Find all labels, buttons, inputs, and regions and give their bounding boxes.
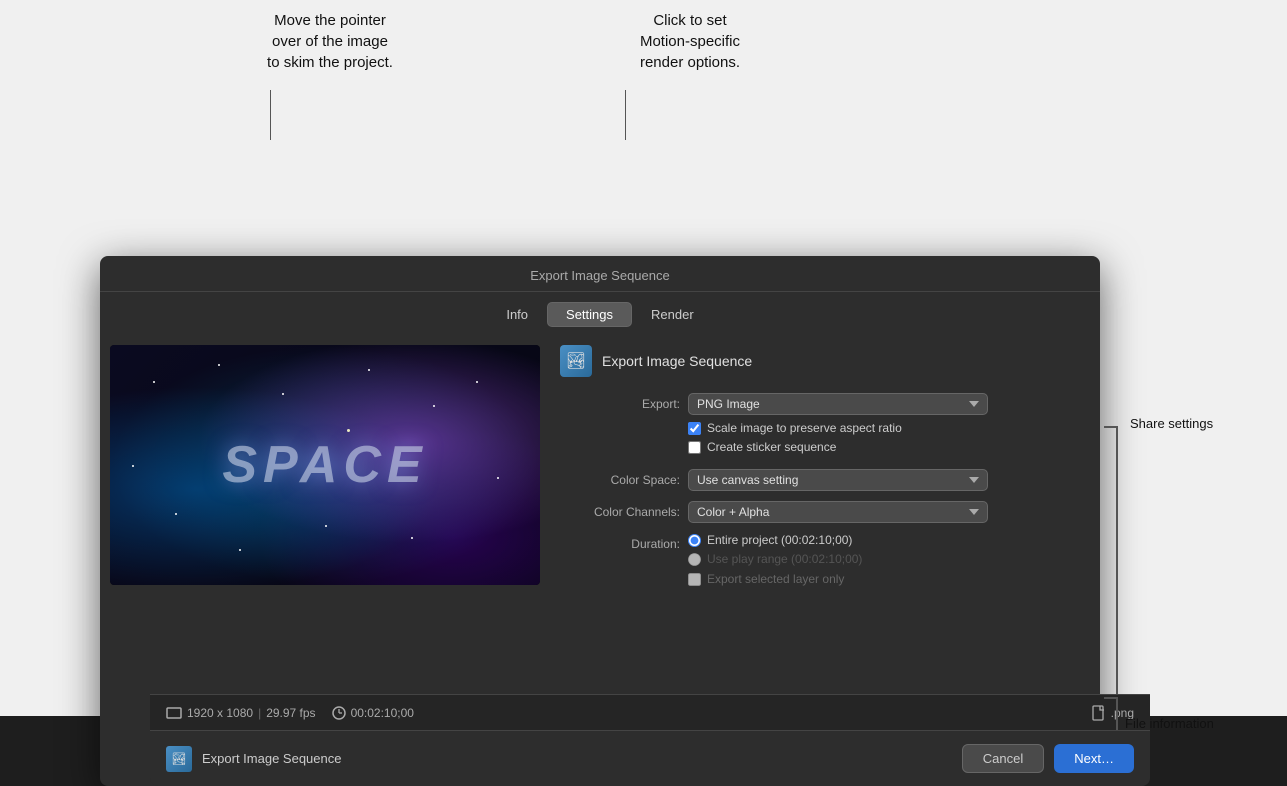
play-range-label: Use play range (00:02:10;00) [707, 552, 862, 566]
color-channels-label: Color Channels: [560, 501, 680, 519]
entire-project-label[interactable]: Entire project (00:02:10;00) [707, 533, 852, 547]
annotation-left-text: Move the pointer over of the image to sk… [210, 10, 450, 73]
play-range-radio[interactable] [688, 553, 701, 566]
status-left: 1920 x 1080 | 29.97 fps 00:02:10;00 [166, 706, 414, 720]
resolution-icon [166, 706, 182, 720]
export-panel-title: Export Image Sequence [602, 353, 752, 369]
sticker-row: Create sticker sequence [688, 440, 1080, 454]
export-layer-checkbox[interactable] [688, 573, 701, 586]
color-space-control: Use canvas settingsRGBDisplay P3Rec. 202… [688, 469, 1080, 491]
resolution-item: 1920 x 1080 | 29.97 fps [166, 706, 316, 720]
preview-image[interactable]: SPACE [110, 345, 540, 585]
color-space-select[interactable]: Use canvas settingsRGBDisplay P3Rec. 202… [688, 469, 988, 491]
space-background: SPACE [110, 345, 540, 585]
cancel-button[interactable]: Cancel [962, 744, 1044, 773]
annotation-right-text: Click to set Motion-specific render opti… [570, 10, 810, 73]
star [175, 513, 177, 515]
entire-project-radio[interactable] [688, 534, 701, 547]
app-container: Move the pointer over of the image to sk… [0, 0, 1287, 716]
entire-project-row: Entire project (00:02:10;00) [688, 533, 1080, 547]
tab-info[interactable]: Info [487, 302, 547, 327]
export-layer-row: Export selected layer only [688, 572, 1080, 586]
play-range-row: Use play range (00:02:10;00) [688, 552, 1080, 566]
checkboxes-group: Scale image to preserve aspect ratio Cre… [688, 421, 1080, 454]
tab-settings[interactable]: Settings [547, 302, 632, 327]
form-row-color-channels: Color Channels: Color + AlphaColorAlpha … [560, 501, 1080, 523]
scale-image-checkbox[interactable] [688, 422, 701, 435]
action-export-title: Export Image Sequence [202, 751, 341, 766]
star [368, 369, 370, 371]
bright-star [347, 429, 350, 432]
tab-render[interactable]: Render [632, 302, 713, 327]
action-left: 🏞 Export Image Sequence [166, 746, 341, 772]
star [218, 364, 220, 366]
fps-text: 29.97 fps [266, 706, 315, 720]
dialog-tabs: Info Settings Render [100, 292, 1100, 335]
export-header: 🏞 Export Image Sequence [560, 345, 1080, 377]
share-settings-annotation: Share settings [1130, 416, 1265, 431]
resolution-text: 1920 x 1080 [187, 706, 253, 720]
star [282, 393, 284, 395]
color-channels-control: Color + AlphaColorAlpha Only [688, 501, 1080, 523]
export-dialog: Export Image Sequence Info Settings Rend… [100, 256, 1100, 786]
color-space-label: Color Space: [560, 469, 680, 487]
form-row-export: Export: PNG ImageJPEG ImageTIFF ImagePro… [560, 393, 1080, 459]
create-sticker-label[interactable]: Create sticker sequence [707, 440, 836, 454]
file-info-bracket [1104, 697, 1118, 733]
scale-image-label[interactable]: Scale image to preserve aspect ratio [707, 421, 902, 435]
export-label: Export: [560, 393, 680, 411]
star [153, 381, 155, 383]
action-export-icon: 🏞 [166, 746, 192, 772]
star [476, 381, 478, 383]
action-right: Cancel Next… [962, 744, 1134, 773]
star [497, 477, 499, 479]
file-info-annotation: File information [1125, 716, 1270, 731]
next-button[interactable]: Next… [1054, 744, 1134, 773]
export-layer-label: Export selected layer only [707, 572, 844, 586]
export-icon: 🏞 [560, 345, 592, 377]
duration-text: 00:02:10;00 [351, 706, 414, 720]
dialog-title: Export Image Sequence [100, 256, 1100, 292]
star [325, 525, 327, 527]
scale-image-row: Scale image to preserve aspect ratio [688, 421, 1080, 435]
space-text: SPACE [222, 435, 427, 495]
star [433, 405, 435, 407]
duration-item: 00:02:10;00 [332, 706, 414, 720]
star [239, 549, 241, 551]
star [132, 465, 134, 467]
duration-label: Duration: [560, 533, 680, 551]
separator: | [258, 706, 261, 720]
form-row-duration: Duration: Entire project (00:02:10;00) U… [560, 533, 1080, 591]
form-row-color-space: Color Space: Use canvas settingsRGBDispl… [560, 469, 1080, 491]
action-bar: 🏞 Export Image Sequence Cancel Next… [150, 730, 1150, 786]
dialog-wrapper: Export Image Sequence Info Settings Rend… [50, 128, 1050, 658]
star [411, 537, 413, 539]
create-sticker-checkbox[interactable] [688, 441, 701, 454]
clock-icon [332, 706, 346, 720]
status-bar: 1920 x 1080 | 29.97 fps 00:02:10;00 .png [150, 694, 1150, 730]
export-select[interactable]: PNG ImageJPEG ImageTIFF ImageProRes 4444 [688, 393, 988, 415]
annotation-area: Move the pointer over of the image to sk… [0, 0, 1287, 128]
color-channels-select[interactable]: Color + AlphaColorAlpha Only [688, 501, 988, 523]
export-control: PNG ImageJPEG ImageTIFF ImageProRes 4444… [688, 393, 1080, 459]
duration-control: Entire project (00:02:10;00) Use play ra… [688, 533, 1080, 591]
